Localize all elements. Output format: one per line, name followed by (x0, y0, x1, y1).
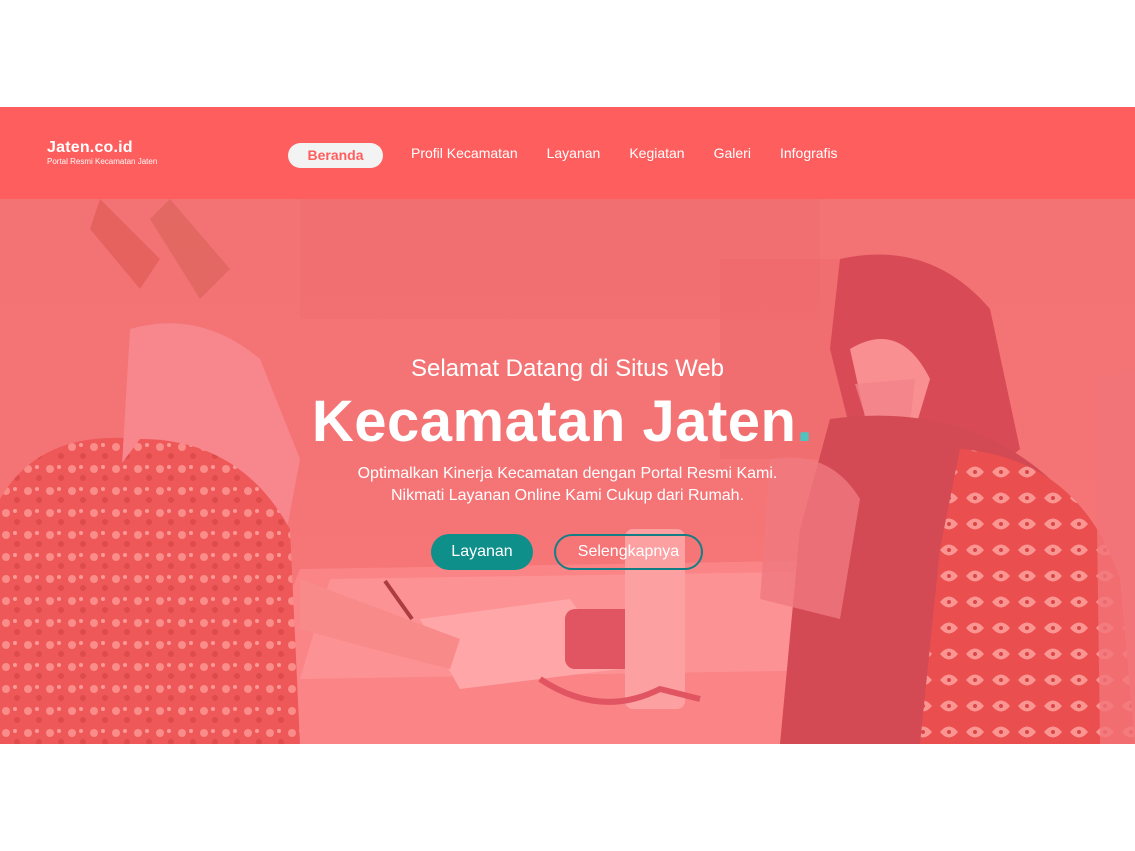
hero-description: Optimalkan Kinerja Kecamatan dengan Port… (0, 463, 1135, 507)
nav-item-profil-kecamatan[interactable]: Profil Kecamatan (411, 144, 518, 162)
navbar: Jaten.co.id Portal Resmi Kecamatan Jaten… (0, 107, 1135, 199)
selengkapnya-button[interactable]: Selengkapnya (554, 534, 703, 570)
nav-links: Profil Kecamatan Layanan Kegiatan Galeri… (411, 144, 838, 162)
nav-item-infografis[interactable]: Infografis (780, 144, 838, 162)
nav-item-layanan[interactable]: Layanan (547, 144, 601, 162)
hero-description-line1: Optimalkan Kinerja Kecamatan dengan Port… (357, 465, 778, 482)
page: Jaten.co.id Portal Resmi Kecamatan Jaten… (0, 0, 1135, 851)
nav-item-beranda[interactable]: Beranda (288, 143, 383, 168)
hero-description-line2: Nikmati Layanan Online Kami Cukup dari R… (390, 487, 745, 504)
hero-kicker: Selamat Datang di Situs Web (410, 355, 725, 382)
hero-title-text: Kecamatan Jaten (311, 389, 797, 454)
nav-item-kegiatan[interactable]: Kegiatan (629, 144, 684, 162)
hero-content: Selamat Datang di Situs Web Kecamatan Ja… (0, 199, 1135, 744)
nav-item-galeri[interactable]: Galeri (714, 144, 751, 162)
brand-logo[interactable]: Jaten.co.id Portal Resmi Kecamatan Jaten (47, 139, 157, 167)
brand-tagline: Portal Resmi Kecamatan Jaten (47, 157, 158, 166)
brand-name: Jaten.co.id (47, 139, 133, 156)
hero-title: Kecamatan Jaten. (0, 387, 1125, 457)
layanan-button[interactable]: Layanan (431, 534, 533, 570)
hero-section: Selamat Datang di Situs Web Kecamatan Ja… (0, 199, 1135, 744)
hero-title-dot: . (796, 389, 814, 454)
